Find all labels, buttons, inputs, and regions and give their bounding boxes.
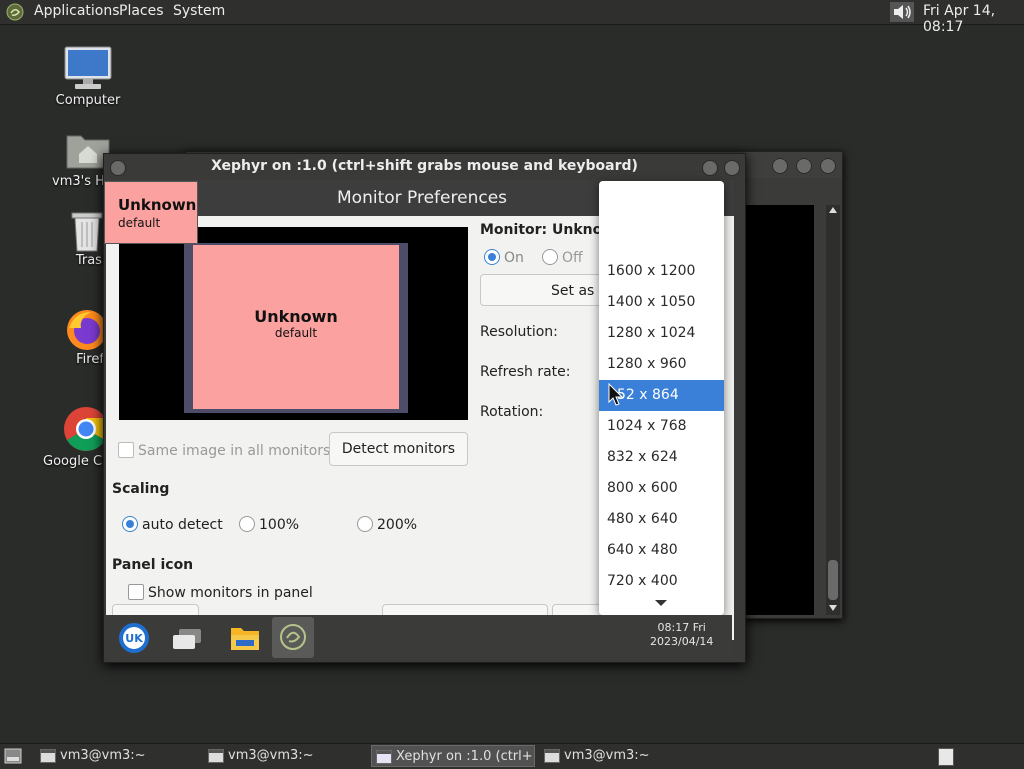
resolution-option[interactable]: 480 x 640 [599,504,724,535]
taskbar-item-label: vm3@vm3:~ [564,748,650,763]
bottom-panel: vm3@vm3:~ vm3@vm3:~ Xephyr on :1.0 (ctrl… [0,743,1024,769]
minimize-button[interactable] [772,158,788,174]
terminal-content[interactable] [744,205,814,615]
preview-monitor-name: Unknown [254,307,338,326]
top-panel: Applications Places System Fri Apr 14, 0… [0,0,1024,35]
same-image-checkbox[interactable]: Same image in all monitors [118,442,330,459]
scroll-down-arrow-icon[interactable] [655,600,667,606]
panel-icon-heading: Panel icon [112,557,194,573]
xephyr-taskbar: UK 08:17 Fri 2023/04/14 [105,615,732,660]
resolution-option[interactable]: 1280 x 1024 [599,318,724,349]
xephyr-clock-time: 08:17 Fri [657,621,706,634]
mouse-cursor-icon [608,383,624,406]
radio-on-label: On [504,250,524,266]
scaling-auto-label: auto detect [142,517,223,533]
desktop-icon-label: Computer [55,93,121,108]
taskbar-item-label: vm3@vm3:~ [228,748,314,763]
monitor-preview[interactable]: Unknown default [184,243,408,413]
resolution-option[interactable]: 1400 x 1050 [599,287,724,318]
resolution-option-selected[interactable]: 52 x 864 [599,380,724,411]
volume-icon[interactable] [890,2,914,22]
show-in-panel-checkbox-box[interactable] [128,584,144,600]
monitor-preview-screen[interactable]: Unknown default [193,245,399,409]
dialog-title: Monitor Preferences [337,188,508,208]
multitask-view-icon[interactable] [171,627,203,651]
computer-icon [64,46,112,89]
xephyr-clock-date: 2023/04/14 [650,635,714,648]
maximize-button[interactable] [724,160,740,176]
resolution-option[interactable]: 1024 x 768 [599,411,724,442]
radio-on-indicator[interactable] [484,249,500,265]
scaling-200-radio[interactable] [357,516,373,532]
ukui-start-icon[interactable]: UK [118,622,150,654]
menu-places[interactable]: Places [119,3,164,19]
taskbar-item-terminal[interactable]: vm3@vm3:~ [36,745,196,767]
same-image-label: Same image in all monitors [138,443,331,459]
terminal-icon [208,749,224,763]
radio-off-label: Off [562,250,583,266]
maximize-button[interactable] [796,158,812,174]
menu-system[interactable]: System [173,3,225,19]
resolution-label: Resolution: [480,324,558,340]
scaling-auto-detect[interactable]: auto detect [122,516,223,533]
taskbar-item-terminal[interactable]: vm3@vm3:~ [204,745,364,767]
resolution-option[interactable]: 1280 x 960 [599,349,724,380]
minimize-button[interactable] [702,160,718,176]
taskbar-item-label: vm3@vm3:~ [60,748,146,763]
radio-off-indicator[interactable] [542,249,558,265]
show-in-panel-label: Show monitors in panel [148,585,313,601]
mate-logo-icon[interactable] [6,3,24,21]
radio-on[interactable]: On [484,249,524,266]
resolution-option[interactable]: 640 x 480 [599,535,724,566]
monitor-preview-area[interactable]: Unknown default [119,227,468,420]
tag-monitor-name: Unknown [118,196,197,214]
taskbar-item-terminal[interactable]: vm3@vm3:~ [540,745,700,767]
same-image-checkbox-box[interactable] [118,442,134,458]
show-desktop-icon[interactable] [4,748,22,764]
scaling-100-label: 100% [259,517,300,533]
taskbar-item-xephyr[interactable]: Xephyr on :1.0 (ctrl+... [371,745,535,767]
mate-display-icon [280,624,306,650]
scaling-auto-radio[interactable] [122,516,138,532]
desktop-icon-computer[interactable]: Computer [43,45,133,111]
scaling-200-label: 200% [377,517,418,533]
tag-monitor-sub: default [118,216,161,230]
top-clock[interactable]: Fri Apr 14, 08:17 [923,3,1024,35]
workspace-switcher[interactable] [938,748,954,766]
scaling-100-radio[interactable] [239,516,255,532]
resolution-option[interactable]: 1600 x 1200 [599,256,724,287]
xephyr-window-title[interactable]: Xephyr on :1.0 (ctrl+shift grabs mouse a… [104,158,745,174]
detect-monitors-button[interactable]: Detect monitors [329,432,468,466]
terminal-icon [544,749,560,763]
trash-icon [71,212,103,252]
show-in-panel-checkbox[interactable]: Show monitors in panel [128,584,313,601]
scrollbar[interactable] [826,205,840,615]
scaling-heading: Scaling [112,481,170,497]
scroll-up-arrow-icon[interactable] [829,207,837,213]
selected-option-label: 52 x 864 [617,387,679,403]
rotation-label: Rotation: [480,404,544,420]
window-icon [376,750,392,764]
radio-off[interactable]: Off [542,249,583,266]
resolution-option[interactable]: 832 x 624 [599,442,724,473]
scaling-100[interactable]: 100% [239,516,299,533]
taskbar-item-label: Xephyr on :1.0 (ctrl+... [396,749,535,764]
svg-text:UK: UK [125,632,143,645]
resolution-dropdown-list[interactable]: 1600 x 1200 1400 x 1050 1280 x 1024 1280… [599,181,724,615]
menu-applications[interactable]: Applications [34,3,120,19]
resolution-option[interactable]: 800 x 600 [599,473,724,504]
scroll-down-arrow-icon[interactable] [829,605,837,611]
scrollbar-thumb[interactable] [828,560,838,600]
monitor-identify-tag: Unknown default [104,181,198,244]
scaling-200[interactable]: 200% [357,516,417,533]
refresh-rate-label: Refresh rate: [480,364,571,380]
monitor-label: Monitor: Unknow [480,222,616,238]
active-app-button[interactable] [272,617,314,658]
preview-monitor-sub: default [274,326,318,340]
close-button[interactable] [820,158,836,174]
terminal-icon [40,749,56,763]
file-manager-icon[interactable] [229,624,261,652]
xephyr-clock[interactable]: 08:17 Fri 2023/04/14 [650,621,713,649]
